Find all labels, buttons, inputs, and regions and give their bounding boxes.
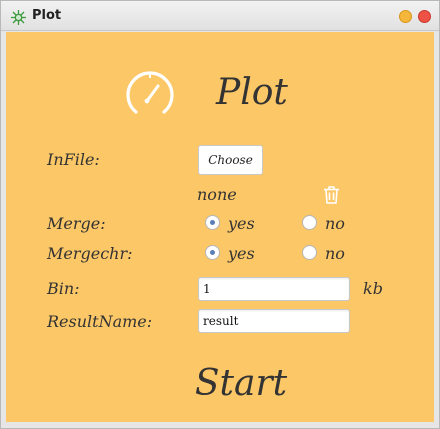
bin-unit-label: kb	[363, 279, 383, 298]
gauge-icon	[126, 71, 174, 114]
minimize-button[interactable]	[399, 10, 412, 23]
title-bar[interactable]: Plot	[1, 1, 439, 31]
infile-label: InFile:	[47, 150, 100, 169]
merge-no-radio[interactable]	[302, 215, 317, 230]
merge-yes-radio[interactable]	[205, 215, 220, 230]
result-name-label: ResultName:	[47, 312, 153, 331]
merge-no-label: no	[325, 214, 345, 233]
plot-app-icon	[11, 10, 26, 25]
result-name-input[interactable]	[198, 309, 350, 333]
start-button[interactable]: Start	[186, 358, 296, 408]
main-panel: Plot InFile: Choose none Merge: yes no M…	[6, 32, 434, 422]
bin-input[interactable]	[198, 277, 350, 301]
bin-label: Bin:	[47, 279, 80, 298]
merge-yes-label: yes	[228, 214, 255, 233]
file-status-text: none	[197, 185, 237, 204]
plot-window: Plot Plot InFile: Choose none Merge: yes…	[0, 0, 440, 429]
mergechr-yes-radio[interactable]	[205, 245, 220, 260]
merge-label: Merge:	[47, 214, 106, 233]
mergechr-no-label: no	[325, 244, 345, 263]
page-title: Plot	[216, 72, 288, 113]
mergechr-no-radio[interactable]	[302, 245, 317, 260]
mergechr-label: Mergechr:	[47, 244, 133, 263]
trash-icon[interactable]	[322, 185, 341, 205]
mergechr-yes-label: yes	[228, 244, 255, 263]
choose-file-button[interactable]: Choose	[198, 145, 263, 175]
close-button[interactable]	[418, 10, 431, 23]
window-title: Plot	[32, 8, 62, 23]
